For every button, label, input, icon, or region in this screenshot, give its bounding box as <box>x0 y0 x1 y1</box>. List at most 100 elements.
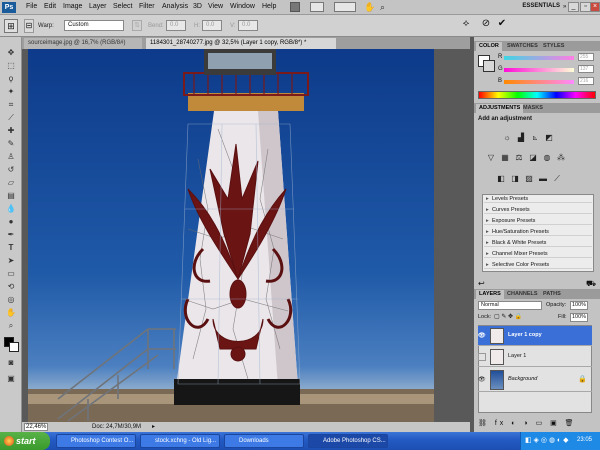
taskbar-item-photoshop-contest[interactable]: Photoshop Contest O... <box>56 434 136 448</box>
tab-styles[interactable]: STYLES <box>540 42 567 51</box>
preset-black-white[interactable]: Black & White Presets <box>484 239 592 247</box>
adjustment-return-icon[interactable]: ↩ <box>478 279 485 288</box>
warp-orientation-icon[interactable]: ⇅ <box>132 20 142 31</box>
3d-camera-tool-icon[interactable]: ◎ <box>5 294 17 306</box>
menu-layer[interactable]: Layer <box>89 3 107 10</box>
hand-icon[interactable]: ✋ <box>364 2 375 12</box>
view-extras-icon[interactable] <box>310 2 324 12</box>
levels-icon[interactable]: ▟ <box>516 133 526 142</box>
layer-row-layer-1-copy[interactable]: 👁 Layer 1 copy <box>478 326 592 346</box>
blend-mode-select[interactable]: Normal <box>478 301 542 310</box>
menu-filter[interactable]: Filter <box>139 3 155 10</box>
close-button[interactable]: × <box>590 2 600 12</box>
lasso-tool-icon[interactable]: ϙ <box>5 73 17 85</box>
color-panel-background-swatch[interactable] <box>483 60 495 72</box>
bend-field[interactable]: 0.0 <box>166 20 186 31</box>
h-field[interactable]: 0.0 <box>202 20 222 31</box>
r-value[interactable]: 255 <box>578 53 594 61</box>
visibility-toggle-empty[interactable] <box>478 353 486 361</box>
tab-masks[interactable]: MASKS <box>520 104 546 113</box>
tab-channels[interactable]: CHANNELS <box>504 290 541 299</box>
visibility-eye-icon[interactable]: 👁 <box>478 376 486 384</box>
healing-brush-tool-icon[interactable]: ✚ <box>5 125 17 137</box>
menu-view[interactable]: View <box>208 3 223 10</box>
color-balance-icon[interactable]: ⚖ <box>514 153 524 162</box>
commit-transform-icon[interactable]: ✔ <box>496 18 508 30</box>
lock-pixels-icon[interactable]: ▢ ✎ ✥ 🔒 <box>494 313 522 320</box>
hand-tool-icon[interactable]: ✋ <box>5 307 17 319</box>
gradient-tool-icon[interactable]: ▤ <box>5 190 17 202</box>
transform-tool-icon[interactable]: ⊞ <box>4 19 18 33</box>
tab-layers[interactable]: LAYERS <box>476 290 504 299</box>
vibrance-icon[interactable]: ▽ <box>486 153 496 162</box>
opacity-field[interactable]: 100% <box>570 301 588 310</box>
menu-window[interactable]: Window <box>230 3 255 10</box>
blur-tool-icon[interactable]: 💧 <box>5 203 17 215</box>
cancel-transform-icon[interactable]: ⊘ <box>480 18 492 30</box>
path-selection-tool-icon[interactable]: ➤ <box>5 255 17 267</box>
background-color-swatch[interactable] <box>9 342 19 352</box>
move-tool-icon[interactable]: ✥ <box>5 47 17 59</box>
channel-mixer-icon[interactable]: ⁂ <box>556 153 566 162</box>
g-slider[interactable] <box>504 68 574 72</box>
magic-wand-tool-icon[interactable]: ✦ <box>5 86 17 98</box>
layer-actions-icons[interactable]: ⛓ fx ◐ ◑ ▭ ▣ 🗑 <box>478 419 577 427</box>
shape-tool-icon[interactable]: ▭ <box>5 268 17 280</box>
preset-curves[interactable]: Curves Presets <box>484 206 592 214</box>
preset-selective-color[interactable]: Selective Color Presets <box>484 261 592 269</box>
menu-analysis[interactable]: Analysis <box>162 3 188 10</box>
bridge-icon[interactable] <box>290 2 300 12</box>
layer-row-layer-1[interactable]: Layer 1 <box>478 347 592 367</box>
quick-mask-icon[interactable]: ◙ <box>5 357 17 369</box>
brush-tool-icon[interactable]: ✎ <box>5 138 17 150</box>
tab-paths[interactable]: PATHS <box>540 290 564 299</box>
preset-levels[interactable]: Levels Presets <box>484 195 592 203</box>
visibility-eye-icon[interactable]: 👁 <box>478 332 486 340</box>
zoom-field[interactable]: 22,46% <box>24 423 48 431</box>
menu-3d[interactable]: 3D <box>193 3 202 10</box>
exposure-icon[interactable]: ◩ <box>544 133 554 142</box>
posterize-icon[interactable]: ◨ <box>510 174 520 183</box>
zoom-tool-icon[interactable]: ⌕ <box>5 320 17 332</box>
adjustment-options-icon[interactable]: ⛟ <box>586 279 596 289</box>
color-spectrum-bar[interactable] <box>478 91 596 99</box>
screen-mode-icon[interactable]: ▣ <box>5 373 17 385</box>
v-field[interactable]: 0.0 <box>238 20 258 31</box>
gradient-map-icon[interactable]: ▬ <box>538 174 548 183</box>
warp-toggle-icon[interactable]: ⟡ <box>460 18 472 30</box>
g-value[interactable]: 137 <box>578 65 594 73</box>
history-brush-tool-icon[interactable]: ↺ <box>5 164 17 176</box>
document-canvas[interactable] <box>28 49 434 422</box>
preset-exposure[interactable]: Exposure Presets <box>484 217 592 225</box>
threshold-icon[interactable]: ▨ <box>524 174 534 183</box>
3d-rotate-tool-icon[interactable]: ⟲ <box>5 281 17 293</box>
taskbar-item-downloads[interactable]: Downloads <box>224 434 304 448</box>
b-value[interactable]: 216 <box>578 77 594 85</box>
pen-tool-icon[interactable]: ✒ <box>5 229 17 241</box>
workspace-chevron-icon[interactable]: » <box>563 4 566 10</box>
black-white-icon[interactable]: ◪ <box>528 153 538 162</box>
tab-swatches[interactable]: SWATCHES <box>504 42 541 51</box>
menu-image[interactable]: Image <box>63 3 82 10</box>
marquee-tool-icon[interactable]: ⬚ <box>5 60 17 72</box>
tab-adjustments[interactable]: ADJUSTMENTS <box>476 104 524 113</box>
tab-sourceimage[interactable]: sourceimage.jpg @ 16,7% (RGB/8#) <box>24 38 142 49</box>
tab-color[interactable]: COLOR <box>476 42 502 51</box>
preset-channel-mixer[interactable]: Channel Mixer Presets <box>484 250 592 258</box>
fill-field[interactable]: 100% <box>570 313 588 322</box>
taskbar-item-adobe-photoshop[interactable]: Adobe Photoshop CS... <box>308 434 388 448</box>
b-slider[interactable] <box>504 80 574 84</box>
tab-active-document[interactable]: 1184301_28740277.jpg @ 32,5% (Layer 1 co… <box>146 38 336 49</box>
menu-edit[interactable]: Edit <box>44 3 56 10</box>
curves-icon[interactable]: ⦝ <box>530 133 540 142</box>
taskbar-item-stock-xchng[interactable]: stock.xchng - Old Lig... <box>140 434 220 448</box>
menu-select[interactable]: Select <box>113 3 132 10</box>
menu-help[interactable]: Help <box>262 3 276 10</box>
minimize-button[interactable]: _ <box>568 2 579 12</box>
r-slider[interactable] <box>504 56 574 60</box>
status-menu-icon[interactable]: ▸ <box>152 423 160 431</box>
crop-tool-icon[interactable]: ⌗ <box>5 99 17 111</box>
photo-filter-icon[interactable]: ◍ <box>542 153 552 162</box>
tray-icons[interactable]: ◧ ◈ ◎ ◍ ◐ ◆ <box>525 436 569 444</box>
eyedropper-tool-icon[interactable]: ⟋ <box>5 112 17 124</box>
